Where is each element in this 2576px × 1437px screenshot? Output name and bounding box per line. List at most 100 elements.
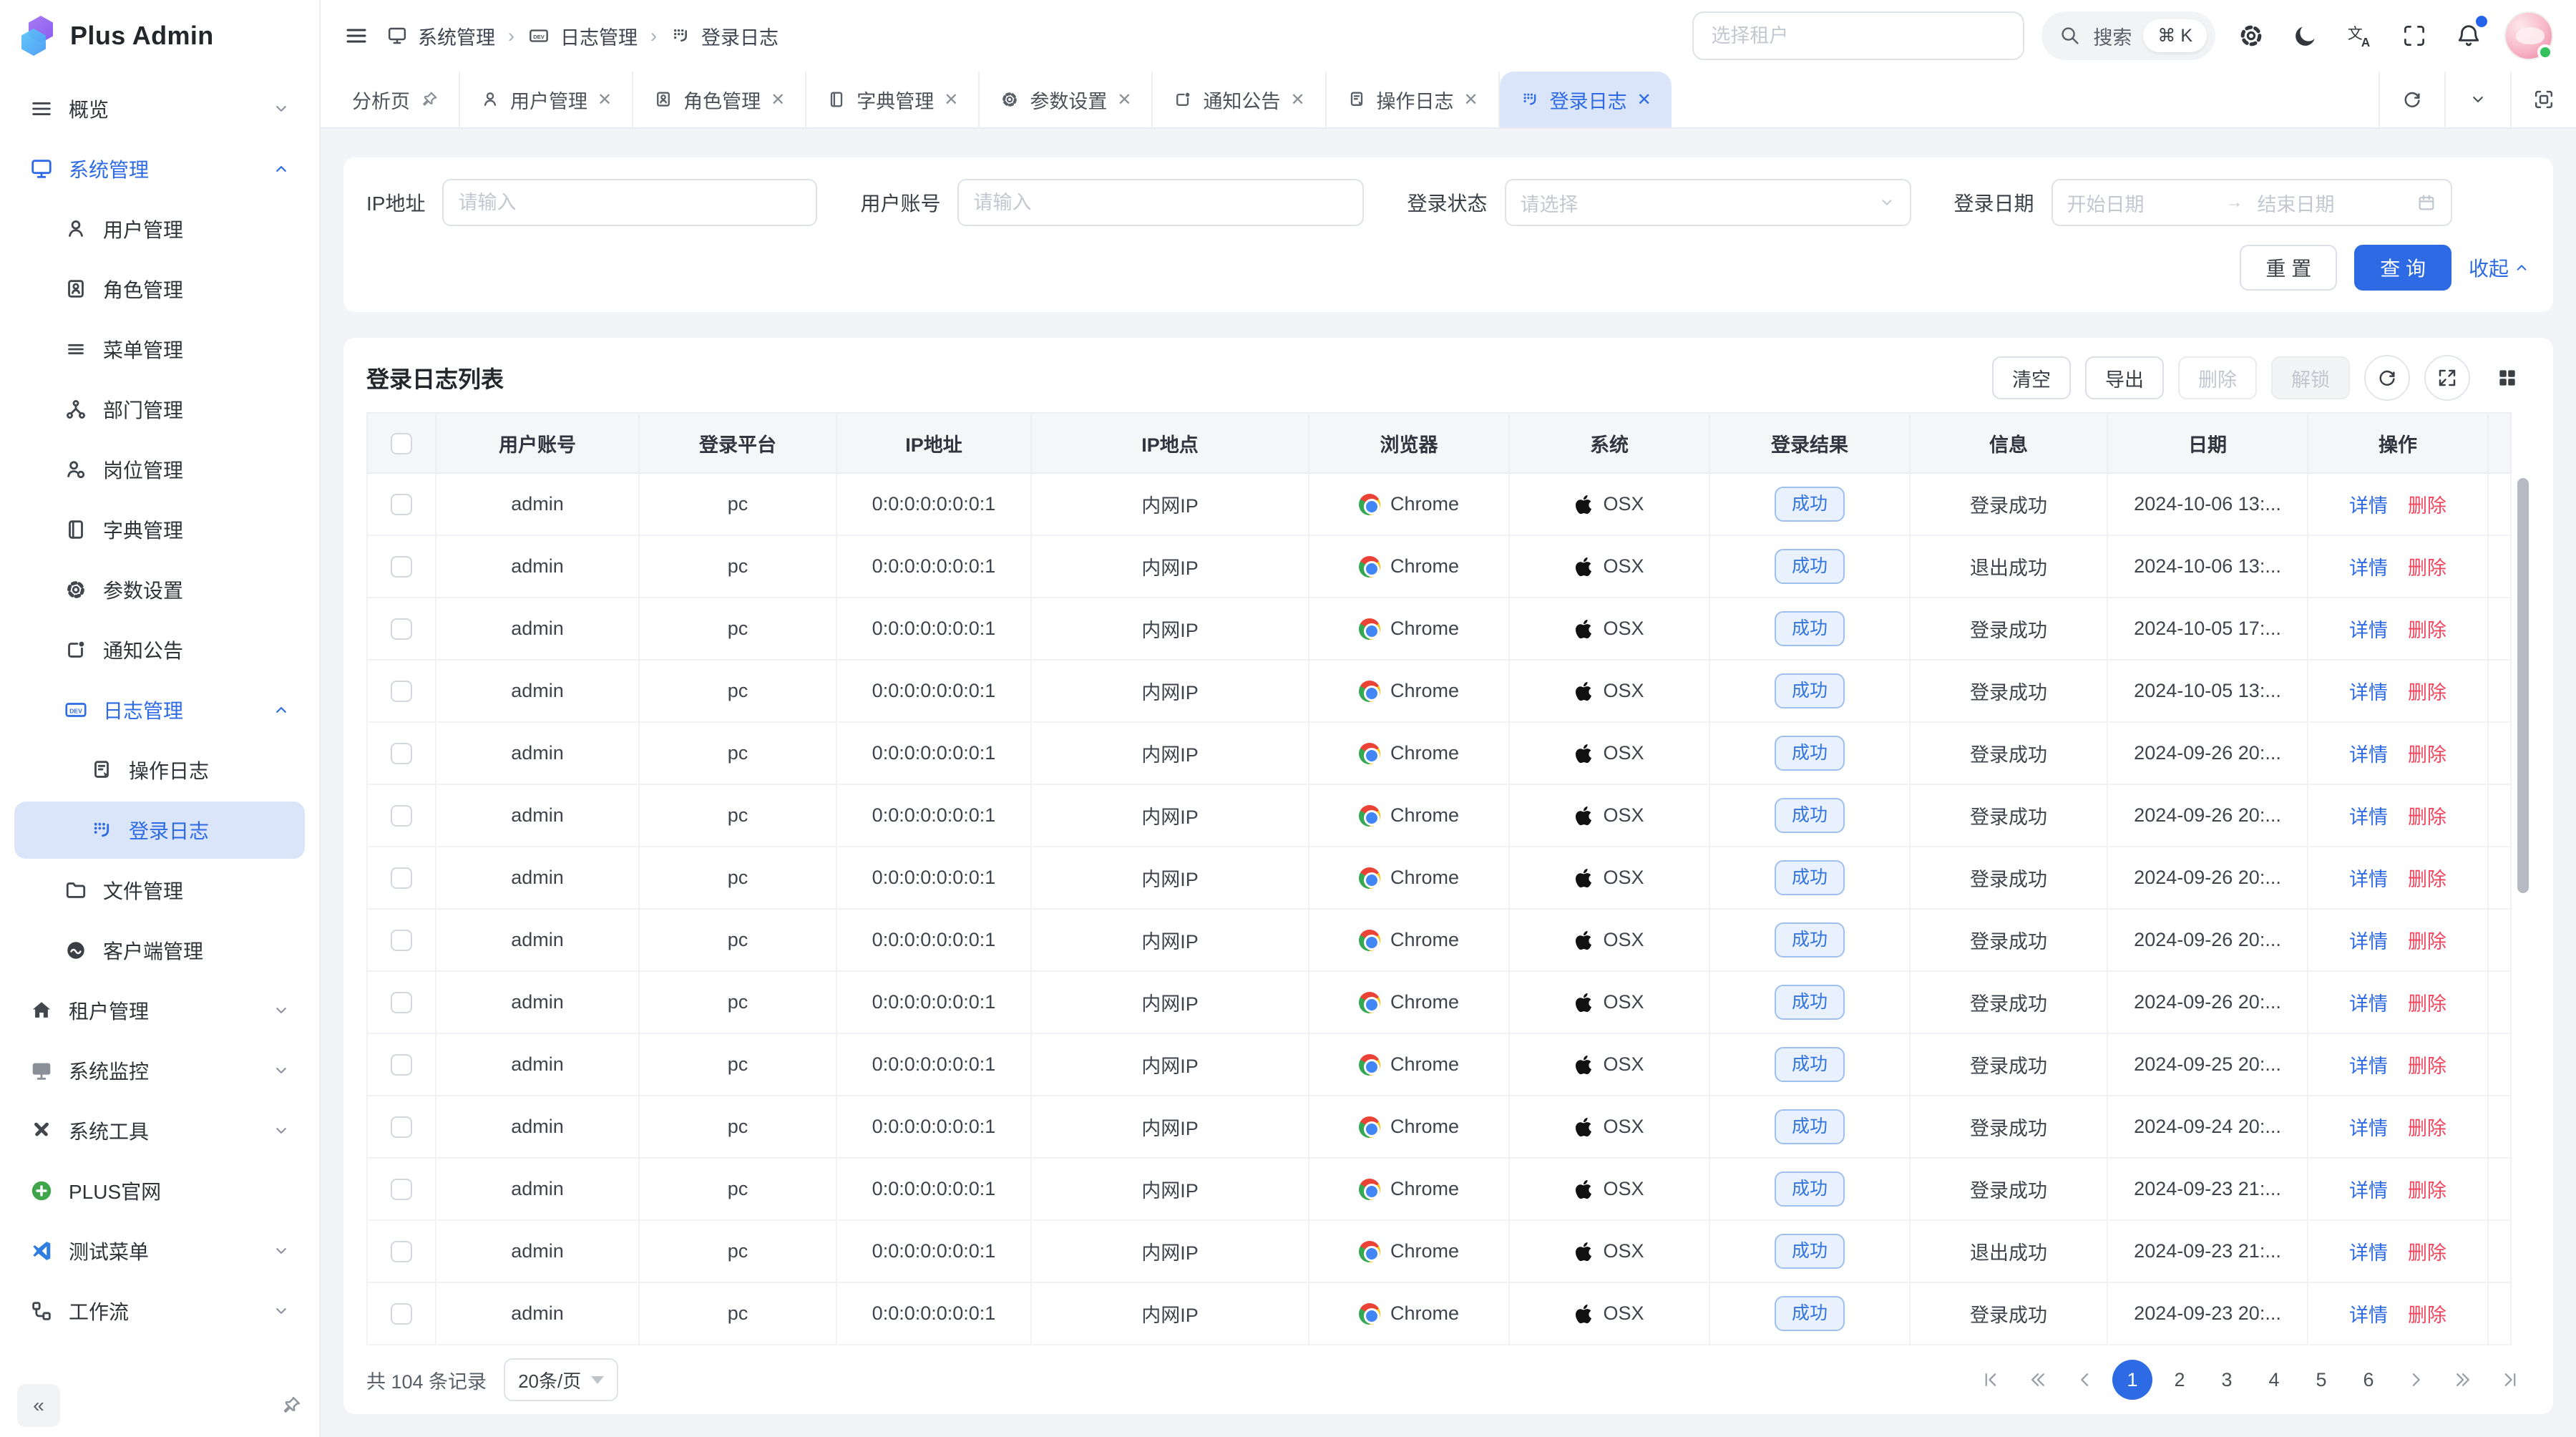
detail-link[interactable]: 详情 — [2349, 1051, 2388, 1078]
close-icon[interactable]: ✕ — [597, 89, 612, 110]
page-button-3[interactable]: 3 — [2207, 1360, 2247, 1400]
sidebar-item-loginlog[interactable]: 登录日志 — [14, 802, 305, 859]
chevron-down-icon[interactable] — [2444, 72, 2510, 127]
page-size-select[interactable]: 20条/页 — [504, 1358, 618, 1401]
delete-link[interactable]: 删除 — [2408, 1300, 2446, 1328]
sidebar-item-dept[interactable]: 部门管理 — [14, 381, 305, 438]
row-checkbox[interactable] — [391, 494, 412, 515]
fullscreen-icon[interactable] — [2396, 17, 2433, 54]
sidebar-item-menu[interactable]: 菜单管理 — [14, 321, 305, 378]
row-checkbox[interactable] — [391, 867, 412, 889]
sidebar-item-param[interactable]: 参数设置 — [14, 561, 305, 618]
page-button-4[interactable]: 4 — [2254, 1360, 2294, 1400]
scrollbar-thumb[interactable] — [2517, 478, 2529, 893]
select-all-checkbox[interactable] — [391, 433, 412, 454]
last-page-button[interactable] — [2490, 1360, 2530, 1400]
row-checkbox[interactable] — [391, 1179, 412, 1200]
row-checkbox[interactable] — [391, 1054, 412, 1076]
detail-link[interactable]: 详情 — [2349, 739, 2388, 767]
detail-link[interactable]: 详情 — [2349, 988, 2388, 1016]
page-button-5[interactable]: 5 — [2301, 1360, 2341, 1400]
fast-forward-button[interactable] — [2443, 1360, 2483, 1400]
delete-link[interactable]: 删除 — [2408, 1175, 2446, 1203]
delete-link[interactable]: 删除 — [2408, 802, 2446, 829]
tab-role[interactable]: 角色管理 ✕ — [633, 72, 806, 127]
sidebar-item-notice[interactable]: 通知公告 — [14, 621, 305, 678]
query-button[interactable]: 查 询 — [2354, 245, 2451, 291]
sidebar-item-tools[interactable]: 系统工具 — [14, 1102, 305, 1159]
close-icon[interactable]: ✕ — [944, 89, 958, 110]
reset-button[interactable]: 重 置 — [2240, 245, 2337, 291]
close-icon[interactable]: ✕ — [1464, 89, 1478, 110]
tab-notice[interactable]: 通知公告 ✕ — [1153, 72, 1326, 127]
sidebar-item-workflow[interactable]: 工作流 — [14, 1282, 305, 1340]
row-checkbox[interactable] — [391, 618, 412, 640]
tab-analysis[interactable]: 分析页 — [321, 72, 460, 127]
sidebar-item-oplog[interactable]: 操作日志 — [14, 741, 305, 799]
unlock-button[interactable]: 解锁 — [2271, 356, 2350, 399]
row-checkbox[interactable] — [391, 805, 412, 827]
settings-gear-icon[interactable] — [2233, 17, 2270, 54]
detail-link[interactable]: 详情 — [2349, 615, 2388, 643]
delete-link[interactable]: 删除 — [2408, 677, 2446, 705]
tab-user[interactable]: 用户管理 ✕ — [460, 72, 633, 127]
tab-param[interactable]: 参数设置 ✕ — [980, 72, 1153, 127]
prev-page-button[interactable] — [2065, 1360, 2105, 1400]
close-icon[interactable]: ✕ — [1117, 89, 1131, 110]
sidebar-item-role[interactable]: 角色管理 — [14, 260, 305, 318]
page-button-2[interactable]: 2 — [2160, 1360, 2200, 1400]
ip-input[interactable] — [442, 179, 817, 226]
detail-link[interactable]: 详情 — [2349, 926, 2388, 954]
clear-button[interactable]: 清空 — [1992, 356, 2071, 399]
refresh-icon[interactable] — [2364, 355, 2410, 401]
first-page-button[interactable] — [1971, 1360, 2011, 1400]
row-checkbox[interactable] — [391, 743, 412, 764]
row-checkbox[interactable] — [391, 1116, 412, 1138]
tenant-select-input[interactable] — [1692, 11, 2024, 60]
detail-link[interactable]: 详情 — [2349, 677, 2388, 705]
detail-link[interactable]: 详情 — [2349, 1300, 2388, 1328]
date-range-picker[interactable]: 开始日期 → 结束日期 — [2051, 179, 2452, 226]
row-checkbox[interactable] — [391, 1303, 412, 1325]
delete-button[interactable]: 删除 — [2178, 356, 2257, 399]
tab-dict[interactable]: 字典管理 ✕ — [806, 72, 980, 127]
tab-oplog[interactable]: 操作日志 ✕ — [1327, 72, 1500, 127]
sidebar-item-client[interactable]: 客户端管理 — [14, 922, 305, 979]
sidebar-item-dict[interactable]: 字典管理 — [14, 501, 305, 558]
content-fullscreen-icon[interactable] — [2510, 72, 2576, 127]
tab-loginlog[interactable]: 登录日志 ✕ — [1500, 72, 1672, 127]
table-fullscreen-icon[interactable] — [2424, 355, 2470, 401]
pin-sidebar-icon[interactable] — [280, 1395, 302, 1416]
detail-link[interactable]: 详情 — [2349, 1113, 2388, 1141]
translate-icon[interactable]: 文A — [2341, 17, 2379, 54]
sidebar-item-monitor[interactable]: 系统监控 — [14, 1042, 305, 1099]
row-checkbox[interactable] — [391, 992, 412, 1013]
delete-link[interactable]: 删除 — [2408, 988, 2446, 1016]
delete-link[interactable]: 删除 — [2408, 552, 2446, 580]
row-checkbox[interactable] — [391, 556, 412, 578]
notifications-bell-icon[interactable] — [2450, 17, 2487, 54]
collapse-filter-link[interactable]: 收起 — [2469, 253, 2530, 282]
delete-link[interactable]: 删除 — [2408, 490, 2446, 518]
avatar[interactable] — [2504, 11, 2553, 60]
detail-link[interactable]: 详情 — [2349, 864, 2388, 892]
collapse-sidebar-button[interactable]: « — [17, 1384, 60, 1427]
delete-link[interactable]: 删除 — [2408, 926, 2446, 954]
delete-link[interactable]: 删除 — [2408, 615, 2446, 643]
sidebar-item-log[interactable]: DEV 日志管理 — [14, 681, 305, 739]
detail-link[interactable]: 详情 — [2349, 802, 2388, 829]
pin-icon[interactable] — [420, 90, 439, 109]
detail-link[interactable]: 详情 — [2349, 552, 2388, 580]
account-input[interactable] — [957, 179, 1364, 226]
sidebar-item-test[interactable]: 测试菜单 — [14, 1222, 305, 1280]
export-button[interactable]: 导出 — [2085, 356, 2164, 399]
delete-link[interactable]: 删除 — [2408, 1051, 2446, 1078]
detail-link[interactable]: 详情 — [2349, 1237, 2388, 1265]
status-select[interactable]: 请选择 — [1505, 179, 1911, 226]
sidebar-item-plus-site[interactable]: PLUS官网 — [14, 1162, 305, 1219]
row-checkbox[interactable] — [391, 930, 412, 951]
close-icon[interactable]: ✕ — [1290, 89, 1304, 110]
global-search[interactable]: 搜索 ⌘ K — [2041, 11, 2215, 60]
sidebar-item-file[interactable]: 文件管理 — [14, 862, 305, 919]
row-checkbox[interactable] — [391, 1241, 412, 1262]
